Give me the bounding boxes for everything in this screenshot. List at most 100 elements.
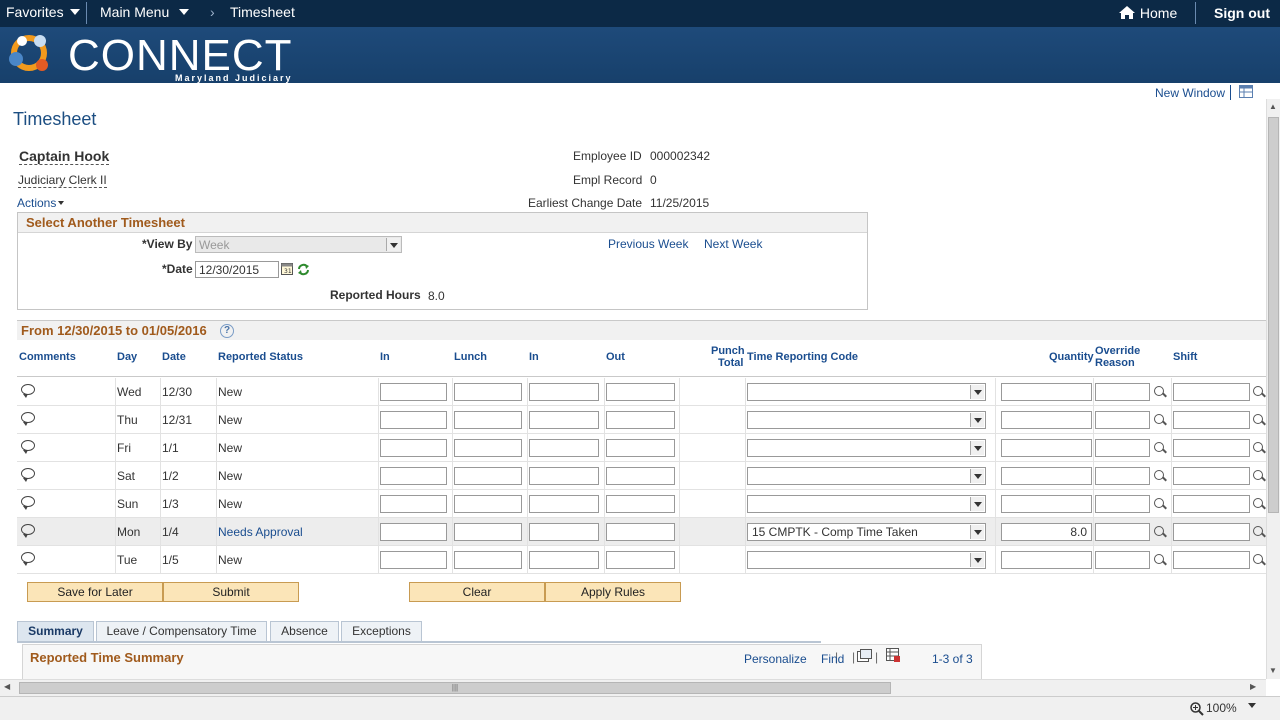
quantity-input[interactable]: 8.0 bbox=[1001, 523, 1092, 541]
lunch-input[interactable] bbox=[454, 383, 522, 401]
tab-leave-compensatory-time[interactable]: Leave / Compensatory Time bbox=[96, 621, 267, 642]
download-spreadsheet-icon[interactable] bbox=[886, 648, 901, 662]
refresh-icon[interactable] bbox=[297, 263, 310, 276]
search-icon[interactable] bbox=[1253, 442, 1263, 452]
lunch-input[interactable] bbox=[454, 551, 522, 569]
search-icon[interactable] bbox=[1154, 414, 1164, 424]
lunch-input[interactable] bbox=[454, 495, 522, 513]
in-input[interactable] bbox=[380, 439, 447, 457]
help-icon[interactable]: ? bbox=[220, 324, 234, 338]
breadcrumb-timesheet[interactable]: Timesheet bbox=[230, 4, 295, 20]
actions-menu[interactable]: Actions bbox=[17, 196, 65, 210]
quantity-input[interactable] bbox=[1001, 467, 1092, 485]
in-2-input[interactable] bbox=[529, 551, 599, 569]
lunch-input[interactable] bbox=[454, 411, 522, 429]
override-reason-input[interactable] bbox=[1095, 439, 1150, 457]
override-reason-input[interactable] bbox=[1095, 523, 1150, 541]
comment-icon[interactable] bbox=[21, 468, 35, 482]
override-reason-input[interactable] bbox=[1095, 383, 1150, 401]
time-reporting-code-select[interactable] bbox=[747, 411, 986, 429]
horizontal-scrollbar[interactable]: ◀ ||| ▶ bbox=[0, 679, 1266, 696]
in-input[interactable] bbox=[380, 523, 447, 541]
search-icon[interactable] bbox=[1253, 470, 1263, 480]
comment-icon[interactable] bbox=[21, 384, 35, 398]
search-icon[interactable] bbox=[1253, 386, 1263, 396]
search-icon[interactable] bbox=[1154, 498, 1164, 508]
search-icon[interactable] bbox=[1253, 554, 1263, 564]
time-reporting-code-select[interactable] bbox=[747, 495, 986, 513]
quantity-input[interactable] bbox=[1001, 551, 1092, 569]
override-reason-input[interactable] bbox=[1095, 467, 1150, 485]
tab-summary[interactable]: Summary bbox=[17, 621, 94, 642]
in-2-input[interactable] bbox=[529, 411, 599, 429]
employee-name[interactable]: Captain Hook bbox=[19, 148, 110, 165]
in-input[interactable] bbox=[380, 411, 447, 429]
lunch-input[interactable] bbox=[454, 523, 522, 541]
comment-icon[interactable] bbox=[21, 552, 35, 566]
date-input[interactable]: 12/30/2015 bbox=[195, 261, 279, 278]
quantity-input[interactable] bbox=[1001, 495, 1092, 513]
shift-input[interactable] bbox=[1173, 523, 1250, 541]
in-input[interactable] bbox=[380, 383, 447, 401]
quantity-input[interactable] bbox=[1001, 439, 1092, 457]
search-icon[interactable] bbox=[1154, 386, 1164, 396]
apply-rules-button[interactable]: Apply Rules bbox=[545, 582, 681, 602]
comment-icon[interactable] bbox=[21, 524, 35, 538]
main-menu[interactable]: Main Menu bbox=[100, 4, 190, 20]
time-reporting-code-select[interactable] bbox=[747, 551, 986, 569]
search-icon[interactable] bbox=[1154, 554, 1164, 564]
override-reason-input[interactable] bbox=[1095, 551, 1150, 569]
view-all-icon[interactable] bbox=[857, 649, 872, 662]
out-input[interactable] bbox=[606, 439, 675, 457]
quantity-input[interactable] bbox=[1001, 411, 1092, 429]
out-input[interactable] bbox=[606, 551, 675, 569]
in-input[interactable] bbox=[380, 467, 447, 485]
personalize-link[interactable]: Personalize bbox=[744, 652, 807, 666]
previous-week-link[interactable]: Previous Week bbox=[608, 237, 688, 251]
time-reporting-code-select[interactable] bbox=[747, 383, 986, 401]
shift-input[interactable] bbox=[1173, 551, 1250, 569]
shift-input[interactable] bbox=[1173, 467, 1250, 485]
in-2-input[interactable] bbox=[529, 467, 599, 485]
search-icon[interactable] bbox=[1154, 526, 1164, 536]
lunch-input[interactable] bbox=[454, 439, 522, 457]
out-input[interactable] bbox=[606, 523, 675, 541]
find-link[interactable]: Find bbox=[821, 652, 844, 666]
scroll-right-icon[interactable]: ▶ bbox=[1250, 682, 1256, 691]
sign-out-link[interactable]: Sign out bbox=[1214, 5, 1270, 21]
override-reason-input[interactable] bbox=[1095, 411, 1150, 429]
reported-status-cell[interactable]: Needs Approval bbox=[218, 525, 303, 539]
shift-input[interactable] bbox=[1173, 495, 1250, 513]
employee-title[interactable]: Judiciary Clerk II bbox=[18, 173, 107, 188]
home-link[interactable]: Home bbox=[1118, 5, 1177, 21]
in-2-input[interactable] bbox=[529, 383, 599, 401]
new-window-link[interactable]: New Window bbox=[1155, 86, 1225, 100]
shift-input[interactable] bbox=[1173, 439, 1250, 457]
in-input[interactable] bbox=[380, 551, 447, 569]
tab-exceptions[interactable]: Exceptions bbox=[341, 621, 422, 642]
comment-icon[interactable] bbox=[21, 412, 35, 426]
shift-input[interactable] bbox=[1173, 383, 1250, 401]
time-reporting-code-select[interactable]: 15 CMPTK - Comp Time Taken bbox=[747, 523, 986, 541]
clear-button[interactable]: Clear bbox=[409, 582, 545, 602]
search-icon[interactable] bbox=[1253, 414, 1263, 424]
search-icon[interactable] bbox=[1154, 470, 1164, 480]
submit-button[interactable]: Submit bbox=[163, 582, 299, 602]
help-grid-icon[interactable] bbox=[1239, 85, 1253, 98]
chevron-down-icon[interactable] bbox=[1248, 703, 1256, 708]
quantity-input[interactable] bbox=[1001, 383, 1092, 401]
comment-icon[interactable] bbox=[21, 496, 35, 510]
next-week-link[interactable]: Next Week bbox=[704, 237, 762, 251]
in-2-input[interactable] bbox=[529, 495, 599, 513]
out-input[interactable] bbox=[606, 467, 675, 485]
view-by-select[interactable]: Week bbox=[195, 236, 402, 253]
favorites-menu[interactable]: Favorites bbox=[6, 4, 80, 20]
in-input[interactable] bbox=[380, 495, 447, 513]
vertical-scroll-thumb[interactable] bbox=[1268, 117, 1279, 513]
in-2-input[interactable] bbox=[529, 523, 599, 541]
save-for-later-button[interactable]: Save for Later bbox=[27, 582, 163, 602]
time-reporting-code-select[interactable] bbox=[747, 439, 986, 457]
time-reporting-code-select[interactable] bbox=[747, 467, 986, 485]
calendar-icon[interactable]: 31 bbox=[281, 262, 293, 275]
scroll-left-icon[interactable]: ◀ bbox=[4, 682, 10, 691]
